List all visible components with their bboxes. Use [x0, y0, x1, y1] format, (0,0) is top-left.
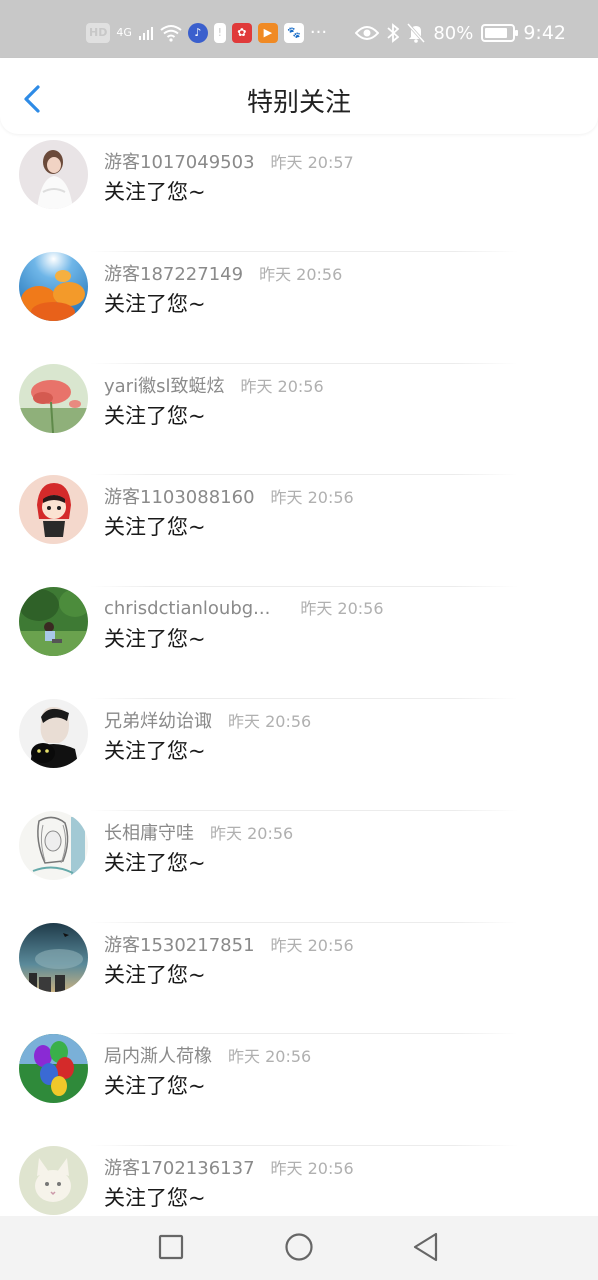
avatar-red-poppy[interactable]: [19, 363, 88, 433]
triangle-back-icon: [413, 1232, 438, 1262]
avatar-sketch-girl[interactable]: [19, 810, 88, 880]
message-text: 关注了您~: [104, 962, 206, 987]
item-header: 长相庸守哇 昨天 20:56: [104, 819, 293, 845]
user-name: yari徽sl致蜓炫: [104, 375, 225, 397]
timestamp: 昨天 20:56: [228, 1047, 312, 1067]
avatar-sky-city[interactable]: [19, 922, 88, 992]
user-name: 游客1530217851: [104, 934, 255, 956]
user-name: 游客1702136137: [104, 1158, 255, 1180]
timestamp: 昨天 20:56: [270, 488, 354, 508]
app-header: 特别关注: [0, 58, 598, 134]
more-notifications-icon: ···: [309, 22, 328, 43]
hd-icon: HD: [86, 22, 111, 43]
list-item[interactable]: yari徽sl致蜓炫 昨天 20:56 关注了您~: [0, 363, 598, 476]
avatar-orange-flowers[interactable]: [19, 251, 88, 321]
list-item[interactable]: 游客1103088160 昨天 20:56 关注了您~: [0, 475, 598, 588]
timestamp: 昨天 20:56: [300, 599, 384, 619]
timestamp: 昨天 20:56: [270, 935, 354, 955]
sim-alert-icon: !: [213, 22, 226, 43]
timestamp: 昨天 20:57: [270, 153, 354, 172]
message-text: 关注了您~: [104, 850, 206, 875]
user-name: 游客187227149: [104, 263, 244, 285]
list-item[interactable]: 长相庸守哇 昨天 20:56 关注了您~: [0, 810, 598, 923]
timestamp: 昨天 20:56: [210, 823, 294, 843]
network-type-icon: 4G: [116, 26, 132, 39]
message-text: 关注了您~: [104, 291, 206, 316]
list-item[interactable]: 兄弟烊幼诒诹 昨天 20:56 关注了您~: [0, 698, 598, 811]
timestamp: 昨天 20:56: [240, 376, 324, 396]
page-title: 特别关注: [246, 88, 351, 118]
user-name: 长相庸守哇: [104, 822, 194, 844]
list-item[interactable]: 游客187227149 昨天 20:56 关注了您~: [0, 251, 598, 364]
list-item[interactable]: 游客1530217851 昨天 20:56 关注了您~: [0, 922, 598, 1035]
avatar-man-black-cat[interactable]: [19, 698, 88, 768]
battery-icon: [481, 24, 519, 42]
timestamp: 昨天 20:56: [259, 264, 343, 284]
user-name: 局内澌人荷橡: [104, 1046, 212, 1068]
item-header: 游客1702136137 昨天 20:56: [104, 1154, 354, 1180]
message-text: 关注了您~: [104, 1186, 206, 1211]
avatar-cartoon-girl[interactable]: [19, 475, 88, 545]
list-item[interactable]: 局内澌人荷橡 昨天 20:56 关注了您~: [0, 1034, 598, 1147]
avatar-balloons[interactable]: [19, 1034, 88, 1104]
item-header: 局内澌人荷橡 昨天 20:56: [104, 1042, 311, 1068]
user-name: 游客1103088160: [104, 487, 255, 509]
item-header: 游客1017049503 昨天 20:57: [104, 148, 354, 174]
video-app-icon: ▶: [257, 22, 278, 43]
list-item[interactable]: chrisdctianloubg... 昨天 20:56 关注了您~: [0, 587, 598, 699]
message-text: 关注了您~: [104, 403, 206, 428]
square-icon: [158, 1234, 184, 1260]
bluetooth-icon: [387, 23, 400, 43]
message-text: 关注了您~: [104, 738, 206, 763]
music-app-icon: ♪: [187, 22, 208, 43]
item-header: 游客187227149 昨天 20:56: [104, 260, 342, 286]
list-item[interactable]: 游客1017049503 昨天 20:57 关注了您~: [0, 140, 598, 252]
baidu-app-icon: 🐾: [283, 22, 304, 43]
user-name: chrisdctianloubg...: [104, 598, 271, 620]
timestamp: 昨天 20:56: [270, 1159, 354, 1179]
message-text: 关注了您~: [104, 515, 206, 540]
home-button[interactable]: [279, 1230, 319, 1266]
circle-icon: [285, 1233, 313, 1261]
system-back-button[interactable]: [406, 1230, 446, 1266]
avatar-park-kid[interactable]: [19, 587, 88, 657]
message-text: 关注了您~: [104, 1074, 206, 1099]
clock: 9:42: [523, 22, 566, 44]
recent-apps-button[interactable]: [151, 1230, 191, 1266]
message-text: 关注了您~: [104, 627, 206, 652]
avatar-white-cat[interactable]: [19, 1146, 88, 1216]
item-header: yari徽sl致蜓炫 昨天 20:56: [104, 372, 324, 398]
status-bar-right-icons: 80% 9:42: [355, 22, 566, 44]
item-header: chrisdctianloubg... 昨天 20:56: [104, 595, 384, 619]
eye-comfort-icon: [355, 26, 380, 40]
wifi-icon: [160, 24, 182, 42]
system-nav-bar: [0, 1216, 598, 1280]
item-header: 游客1530217851 昨天 20:56: [104, 931, 354, 957]
user-name: 游客1017049503: [104, 152, 255, 173]
mute-bell-icon: [407, 23, 426, 43]
huawei-app-icon: ✿: [231, 22, 252, 43]
message-text: 关注了您~: [104, 180, 206, 204]
battery-percent: 80%: [433, 22, 474, 44]
signal-icon: [138, 26, 153, 40]
item-header: 游客1103088160 昨天 20:56: [104, 483, 354, 509]
status-bar-left-icons: HD 4G ♪ ! ✿ ▶ 🐾 ···: [86, 22, 327, 43]
user-name: 兄弟烊幼诒诹: [104, 710, 212, 732]
follow-list: 游客1017049503 昨天 20:57 关注了您~ 游客187227149 …: [0, 140, 598, 1258]
item-header: 兄弟烊幼诒诹 昨天 20:56: [104, 707, 311, 733]
timestamp: 昨天 20:56: [228, 711, 312, 731]
avatar-woman-white-dress[interactable]: [19, 140, 88, 209]
